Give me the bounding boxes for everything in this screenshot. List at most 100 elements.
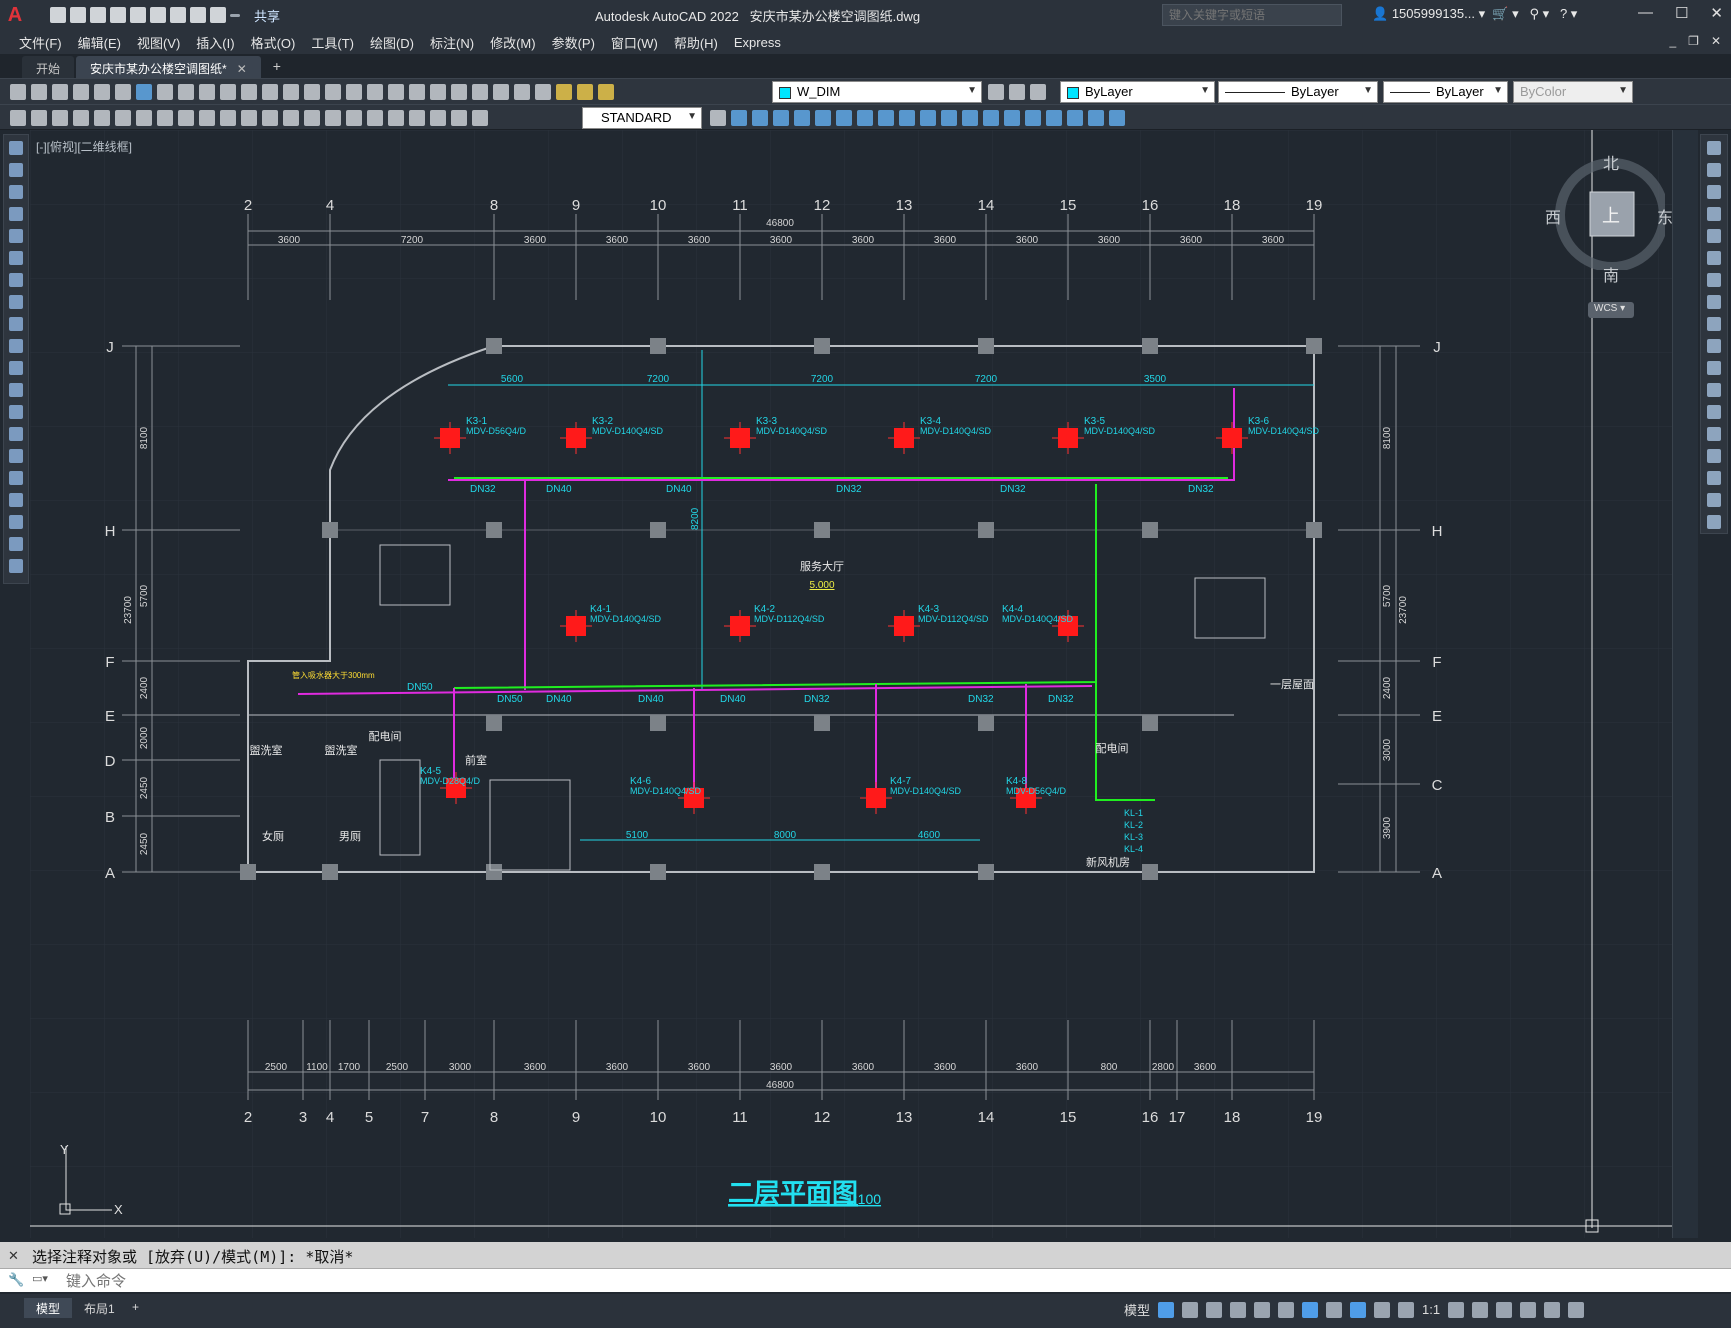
extend-icon[interactable] (1707, 361, 1721, 375)
mirror-icon[interactable] (1707, 185, 1721, 199)
ordinate-dim-icon[interactable] (136, 110, 152, 126)
pan-icon[interactable] (304, 84, 320, 100)
rectangle-icon[interactable] (9, 229, 23, 243)
markup-icon[interactable] (472, 84, 488, 100)
diameter-dim-icon[interactable] (199, 110, 215, 126)
polygon-icon[interactable] (9, 207, 23, 221)
save-icon[interactable] (52, 84, 68, 100)
menu-dimension[interactable]: 标注(N) (427, 33, 487, 52)
auto-scale-icon[interactable] (1374, 1301, 1391, 1318)
tab-layout1[interactable]: 布局1 (72, 1298, 127, 1318)
qnew-icon[interactable] (10, 84, 26, 100)
continue-dim-icon[interactable] (283, 110, 299, 126)
make-block-icon[interactable] (9, 405, 23, 419)
lightbulb-icon[interactable] (556, 84, 572, 100)
mirror-icon[interactable] (836, 110, 852, 126)
block-editor-icon[interactable] (241, 84, 257, 100)
close-cmdline-icon[interactable]: ✕ (8, 1248, 19, 1264)
join-icon[interactable] (1046, 110, 1062, 126)
snap-icon[interactable] (1182, 1301, 1199, 1318)
tolerance-icon[interactable] (346, 110, 362, 126)
inspection-icon[interactable] (388, 110, 404, 126)
polar-icon[interactable] (1230, 1301, 1247, 1318)
close-icon[interactable]: ✕ (1710, 4, 1723, 22)
customize-icon[interactable]: 🔧 (8, 1272, 24, 1288)
copy-icon[interactable] (1707, 163, 1721, 177)
calculator-icon[interactable] (493, 84, 509, 100)
text-style-dropdown[interactable]: STANDARD ▼ (582, 107, 702, 129)
arc-icon[interactable] (9, 251, 23, 265)
ellipse-arc-icon[interactable] (9, 361, 23, 375)
share-button[interactable]: 共享 (254, 6, 280, 25)
command-input[interactable] (66, 1271, 1666, 1291)
spline-icon[interactable] (9, 317, 23, 331)
viewcube-west[interactable]: 西 (1545, 204, 1561, 228)
workspace-gear-icon[interactable] (1448, 1301, 1465, 1318)
viewcube[interactable]: 北 南 西 东 上 (1545, 150, 1673, 285)
paste-icon[interactable] (199, 84, 215, 100)
table-icon[interactable] (9, 515, 23, 529)
copy-object-icon[interactable] (815, 110, 831, 126)
model-space-button[interactable]: 模型 (1124, 1300, 1150, 1319)
make-current-icon[interactable] (988, 84, 1004, 100)
extend-icon[interactable] (1004, 110, 1020, 126)
redo-icon[interactable] (283, 84, 299, 100)
viewcube-south[interactable]: 南 (1603, 262, 1619, 286)
scale-icon[interactable] (941, 110, 957, 126)
menu-modify[interactable]: 修改(M) (487, 33, 549, 52)
new-icon[interactable] (50, 7, 66, 23)
linetype-dropdown[interactable]: ByLayer ▼ (1218, 81, 1378, 103)
line-tool-icon[interactable] (9, 141, 23, 155)
rotate-icon[interactable] (1707, 273, 1721, 287)
layer-manager-icon[interactable] (535, 84, 551, 100)
design-center-icon[interactable] (409, 84, 425, 100)
blend-icon[interactable] (1707, 493, 1721, 507)
properties-icon[interactable] (388, 84, 404, 100)
menu-format[interactable]: 格式(O) (248, 33, 309, 52)
dim-edit-icon[interactable] (430, 110, 446, 126)
move-icon[interactable] (1707, 251, 1721, 265)
publish-icon[interactable] (115, 84, 131, 100)
drawing-canvas[interactable]: 2 4 8 9 10 11 12 13 14 15 16 18 19 46800 3600 7200 3600 3… (30, 130, 1672, 1238)
menu-edit[interactable]: 编辑(E) (75, 33, 134, 52)
gradient-icon[interactable] (9, 471, 23, 485)
trim-icon[interactable] (1707, 339, 1721, 353)
center-mark-icon[interactable] (367, 110, 383, 126)
linear-dim-icon[interactable] (73, 110, 89, 126)
dim-text-edit-icon[interactable] (451, 110, 467, 126)
doc-minimize-icon[interactable]: _ (1669, 34, 1676, 48)
plotstyle-dropdown[interactable]: ByColor ▼ (1513, 81, 1633, 103)
menu-draw[interactable]: 绘图(D) (367, 33, 427, 52)
chamfer-icon[interactable] (1067, 110, 1083, 126)
annotation-scale-icon[interactable] (1398, 1301, 1415, 1318)
scale-readout[interactable]: 1:1 (1422, 1302, 1440, 1317)
clean-screen-icon[interactable] (1544, 1301, 1561, 1318)
offset-icon[interactable] (1707, 207, 1721, 221)
plot-icon[interactable] (73, 84, 89, 100)
zoom-previous-icon[interactable] (367, 84, 383, 100)
plot-icon[interactable] (170, 7, 186, 23)
quick-dim-icon[interactable] (241, 110, 257, 126)
layer-dropdown[interactable]: W_DIM ▼ (772, 81, 982, 103)
construction-line-icon[interactable] (9, 163, 23, 177)
viewcube-north[interactable]: 北 (1603, 150, 1619, 174)
new-tab-button[interactable]: + (263, 54, 291, 78)
scale-icon[interactable] (1707, 295, 1721, 309)
fillet-icon[interactable] (1088, 110, 1104, 126)
cut-icon[interactable] (157, 84, 173, 100)
zoom-window-icon[interactable] (346, 84, 362, 100)
grid-icon[interactable] (1158, 1301, 1175, 1318)
move-icon[interactable] (899, 110, 915, 126)
insert-block-icon[interactable] (9, 383, 23, 397)
undo-icon[interactable] (190, 7, 206, 23)
recent-commands-icon[interactable]: ▭▾ (32, 1272, 60, 1288)
redo-icon[interactable] (210, 7, 226, 23)
angular-dim-icon[interactable] (220, 110, 236, 126)
wcs-menu[interactable]: WCS ▾ (1588, 302, 1634, 318)
help-icon[interactable] (514, 84, 530, 100)
3d-dwf-icon[interactable] (136, 84, 152, 100)
jogged-dim-icon[interactable] (178, 110, 194, 126)
draworder-above-icon[interactable] (773, 110, 789, 126)
stretch-icon[interactable] (962, 110, 978, 126)
doc-restore-icon[interactable]: ❐ (1688, 34, 1699, 48)
